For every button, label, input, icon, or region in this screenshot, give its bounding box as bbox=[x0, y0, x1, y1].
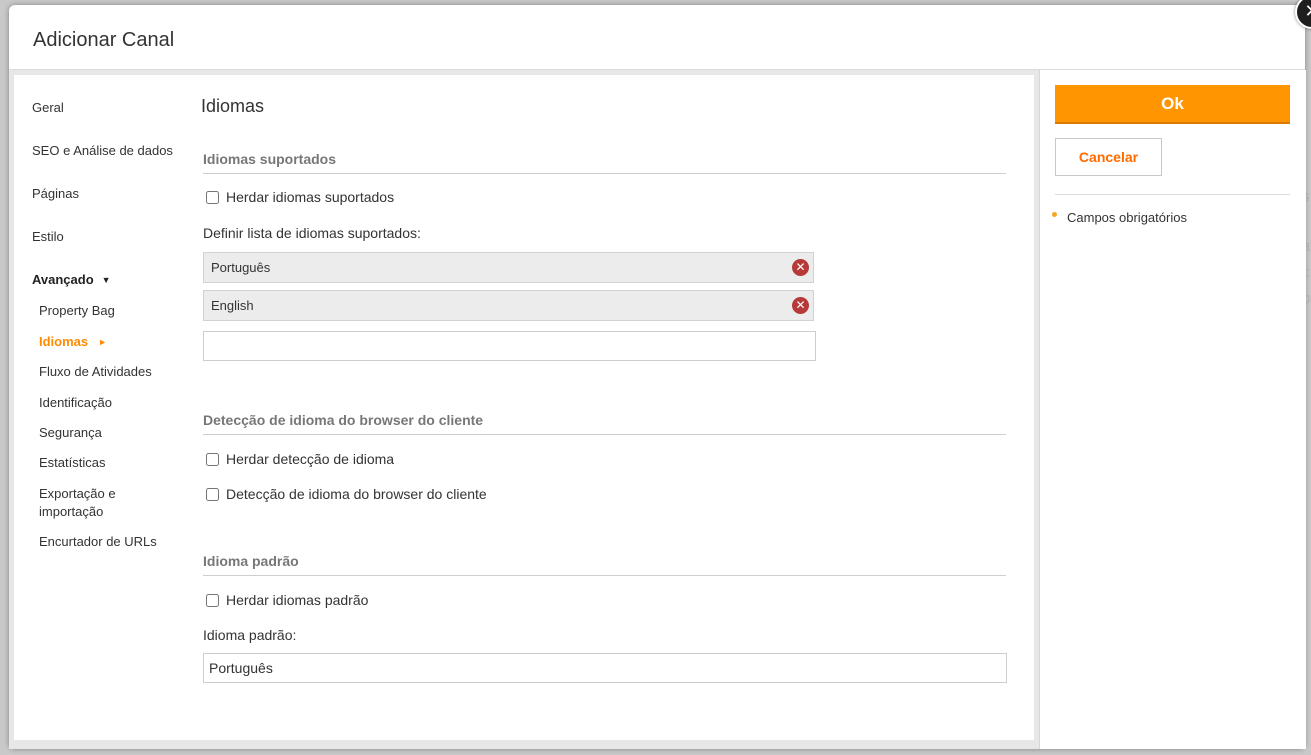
sub-item-idiomas[interactable]: Idiomas ► bbox=[39, 333, 164, 352]
detection-header: Detecção de idioma do browser do cliente bbox=[203, 412, 1006, 435]
sub-item-identificacao[interactable]: Identificação bbox=[39, 394, 164, 412]
required-fields-label: Campos obrigatórios bbox=[1067, 210, 1187, 225]
sub-item-exportacao[interactable]: Exportação e importação bbox=[39, 485, 139, 521]
inherit-supported-label: Herdar idiomas suportados bbox=[226, 189, 395, 205]
inherit-supported-checkbox[interactable] bbox=[206, 190, 219, 204]
default-language-header: Idioma padrão bbox=[203, 553, 1006, 576]
nav-group-avancado[interactable]: Avançado ▼ bbox=[32, 272, 111, 287]
content-panel: Geral SEO e Análise de dados Páginas Est… bbox=[14, 75, 1034, 740]
sub-item-seguranca[interactable]: Segurança bbox=[39, 424, 164, 442]
sub-item-property-bag[interactable]: Property Bag bbox=[39, 302, 164, 320]
cancel-button[interactable]: Cancelar bbox=[1055, 138, 1162, 176]
sub-item-idiomas-label: Idiomas bbox=[39, 334, 89, 349]
nav-group-label: Avançado bbox=[32, 272, 94, 287]
panel-divider bbox=[1055, 194, 1290, 195]
default-language-label: Idioma padrão: bbox=[203, 627, 297, 643]
dialog-header: Adicionar Canal bbox=[9, 5, 1305, 70]
nav-item-seo[interactable]: SEO e Análise de dados bbox=[32, 143, 173, 158]
language-item-label: English bbox=[211, 298, 254, 313]
caret-down-icon: ▼ bbox=[101, 275, 111, 285]
supported-languages-header: Idiomas suportados bbox=[203, 151, 1006, 174]
supported-list-label: Definir lista de idiomas suportados: bbox=[203, 225, 421, 241]
required-bullet-icon bbox=[1052, 212, 1057, 217]
nav-item-geral[interactable]: Geral bbox=[32, 100, 64, 115]
sub-item-encurtador[interactable]: Encurtador de URLs bbox=[39, 533, 164, 551]
default-language-input[interactable] bbox=[203, 653, 1007, 683]
ok-button[interactable]: Ok bbox=[1055, 85, 1290, 124]
content-area: Geral SEO e Análise de dados Páginas Est… bbox=[9, 70, 1039, 749]
nav-item-estilo[interactable]: Estilo bbox=[32, 229, 64, 244]
add-channel-dialog: ✕ Adicionar Canal Geral SEO e Análise de… bbox=[9, 0, 1311, 749]
inherit-detection-row[interactable]: Herdar detecção de idioma bbox=[206, 451, 394, 467]
nav-item-paginas[interactable]: Páginas bbox=[32, 186, 79, 201]
action-panel: Ok Cancelar Campos obrigatórios bbox=[1039, 70, 1306, 749]
remove-language-icon[interactable]: ✕ bbox=[792, 259, 809, 276]
detect-browser-row[interactable]: Detecção de idioma do browser do cliente bbox=[206, 486, 487, 502]
inherit-detection-checkbox[interactable] bbox=[206, 452, 219, 466]
remove-language-icon[interactable]: ✕ bbox=[792, 297, 809, 314]
section-title: Idiomas bbox=[201, 96, 265, 116]
detect-browser-label: Detecção de idioma do browser do cliente bbox=[226, 486, 487, 502]
detect-browser-checkbox[interactable] bbox=[206, 487, 219, 501]
inherit-default-label: Herdar idiomas padrão bbox=[226, 592, 369, 608]
sub-item-estatisticas[interactable]: Estatísticas bbox=[39, 454, 164, 472]
dialog-title: Adicionar Canal bbox=[33, 29, 175, 51]
inherit-default-checkbox[interactable] bbox=[206, 593, 219, 607]
language-item: English ✕ bbox=[203, 290, 814, 321]
language-item-label: Português bbox=[211, 260, 271, 275]
language-item: Português ✕ bbox=[203, 252, 814, 283]
inherit-default-row[interactable]: Herdar idiomas padrão bbox=[206, 592, 368, 608]
inherit-supported-row[interactable]: Herdar idiomas suportados bbox=[206, 189, 394, 205]
add-language-input[interactable] bbox=[203, 331, 816, 361]
required-fields-note: Campos obrigatórios bbox=[1052, 210, 1187, 225]
sub-item-fluxo-atividades[interactable]: Fluxo de Atividades bbox=[39, 363, 164, 381]
inherit-detection-label: Herdar detecção de idioma bbox=[226, 451, 395, 467]
active-arrow-icon: ► bbox=[98, 337, 108, 347]
